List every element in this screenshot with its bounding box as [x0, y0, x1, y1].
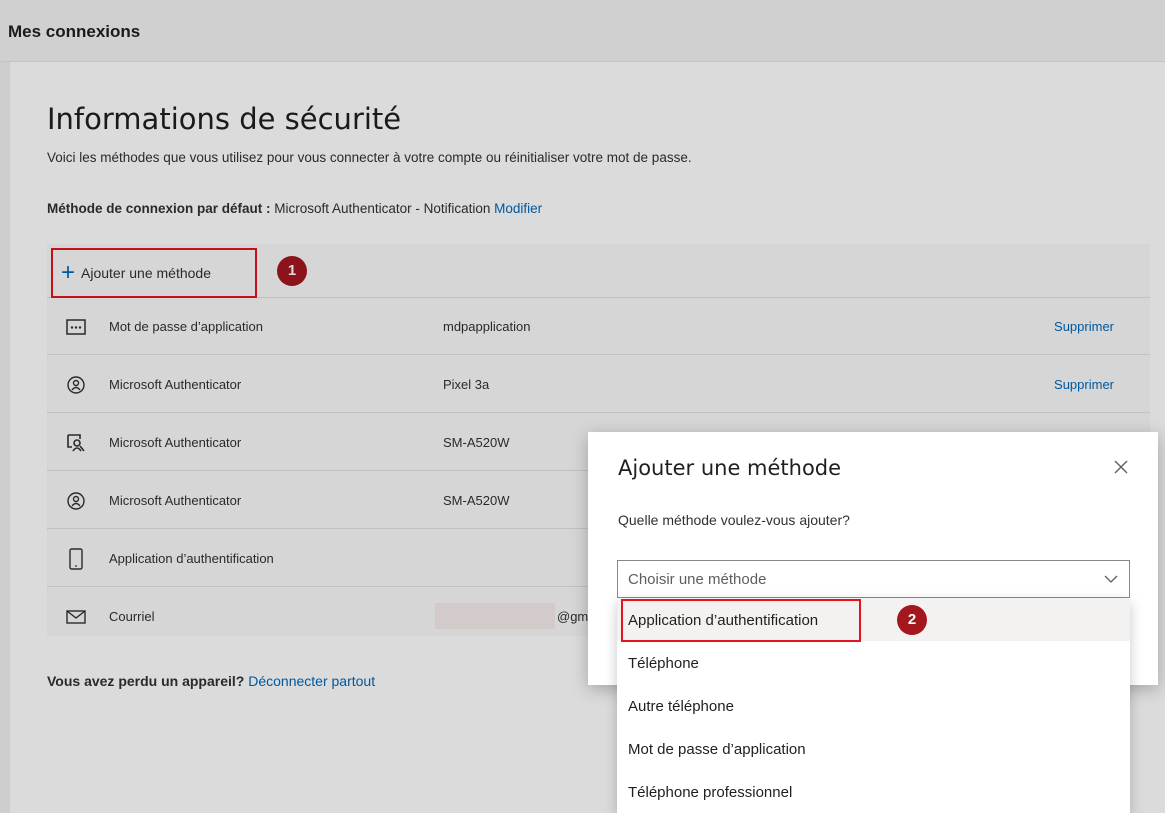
method-select[interactable]: Choisir une méthode	[617, 560, 1130, 598]
method-select-value: Choisir une méthode	[628, 570, 767, 588]
option-other-phone[interactable]: Autre téléphone	[617, 685, 1130, 727]
option-work-phone[interactable]: Téléphone professionnel	[617, 771, 1130, 813]
chevron-down-icon	[1103, 571, 1119, 587]
option-phone[interactable]: Téléphone	[617, 642, 1130, 684]
dialog-question: Quelle méthode voulez-vous ajouter?	[618, 512, 850, 528]
option-app-password[interactable]: Mot de passe d’application	[617, 728, 1130, 770]
annotation-highlight	[621, 599, 861, 642]
close-icon[interactable]	[1112, 458, 1130, 476]
dialog-title: Ajouter une méthode	[618, 456, 842, 480]
method-dropdown: Application d’authentification 2 Télépho…	[617, 599, 1130, 813]
step-badge-2: 2	[897, 605, 927, 635]
